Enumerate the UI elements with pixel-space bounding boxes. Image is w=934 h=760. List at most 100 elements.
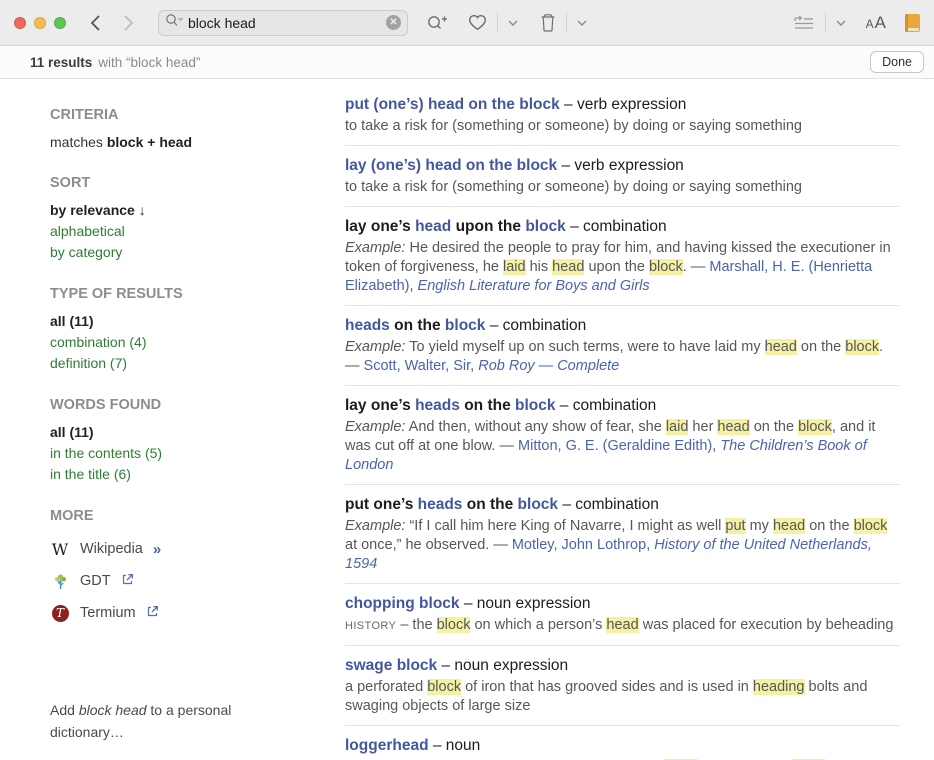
highlighted-match: block	[798, 419, 832, 435]
citation-link[interactable]: Mitton, G. E. (Geraldine Edith)	[518, 438, 712, 454]
entry-body: Example: And then, without any show of f…	[345, 418, 900, 475]
results-count: 11 results	[30, 55, 92, 70]
entry-body: Example: To yield myself up on such term…	[345, 338, 900, 376]
forward-icon[interactable]	[123, 14, 134, 32]
reading-list-menu-chevron-icon[interactable]	[836, 20, 846, 26]
favorites-menu-chevron-icon[interactable]	[508, 20, 518, 26]
result-entry: swage block – noun expressiona perforate…	[345, 646, 900, 726]
result-entry: heads on the block – combinationExample:…	[345, 306, 900, 386]
type-of-results-header: TYPE OF RESULTS	[50, 286, 325, 302]
termium-link[interactable]: T Termium	[50, 597, 325, 629]
sort-option[interactable]: alphabetical	[50, 221, 325, 242]
words-found-section: WORDS FOUND all (11)in the contents (5)i…	[50, 397, 325, 485]
trash-icon[interactable]	[540, 14, 556, 32]
more-section: MORE W Wikipedia » GDT T Termium	[50, 508, 325, 629]
zoom-window-button[interactable]	[54, 17, 66, 29]
sort-section: SORT by relevance ↓alphabeticalby catego…	[50, 175, 325, 263]
gdt-tree-icon	[50, 573, 70, 590]
highlighted-match: head	[773, 518, 805, 534]
entry-body: Example: “If I call him here King of Nav…	[345, 517, 900, 574]
results-list: put (one’s) head on the block – verb exp…	[345, 79, 934, 759]
highlighted-match: laid	[503, 259, 526, 275]
result-entry: lay one’s head upon the block – combinat…	[345, 207, 900, 306]
entry-body: Example: He desired the people to pray f…	[345, 239, 900, 296]
window-toolbar: block head ✕ AA	[0, 0, 934, 46]
highlighted-match: head	[717, 419, 749, 435]
criteria-section: CRITERIA matches block + head	[50, 107, 325, 152]
sort-header: SORT	[50, 175, 325, 191]
entry-title[interactable]: swage block – noun expression	[345, 656, 900, 676]
type-of-results-option[interactable]: definition (7)	[50, 353, 325, 374]
criteria-header: CRITERIA	[50, 107, 325, 123]
words-found-option[interactable]: in the contents (5)	[50, 443, 325, 464]
highlighted-match: block	[427, 679, 461, 695]
citation-link[interactable]: English Literature for Boys and Girls	[418, 278, 650, 294]
type-of-results-option[interactable]: combination (4)	[50, 332, 325, 353]
words-found-option[interactable]: in the title (6)	[50, 464, 325, 485]
close-window-button[interactable]	[14, 17, 26, 29]
sort-option[interactable]: by relevance ↓	[50, 200, 325, 221]
termium-logo-icon: T	[50, 605, 70, 622]
highlighted-match: block	[649, 259, 683, 275]
entry-title[interactable]: loggerhead – noun	[345, 736, 900, 756]
search-input[interactable]: block head ✕	[158, 10, 408, 36]
done-button[interactable]: Done	[870, 51, 924, 73]
highlighted-match: head	[606, 617, 638, 633]
result-entry: chopping block – noun expressionHISTORY …	[345, 584, 900, 646]
sort-option[interactable]: by category	[50, 242, 325, 263]
gdt-link[interactable]: GDT	[50, 565, 325, 597]
wikipedia-logo-icon: W	[50, 540, 70, 559]
search-icon	[165, 13, 184, 32]
highlighted-match: head	[552, 259, 584, 275]
entry-title[interactable]: lay one’s head upon the block – combinat…	[345, 217, 900, 237]
external-link-icon	[121, 573, 134, 590]
search-value: block head	[188, 15, 382, 31]
add-search-icon[interactable]	[426, 14, 448, 32]
highlighted-match: block	[854, 518, 888, 534]
favorites-heart-icon[interactable]	[468, 14, 487, 31]
entry-title[interactable]: put (one’s) head on the block – verb exp…	[345, 95, 900, 115]
back-icon[interactable]	[90, 14, 101, 32]
criteria-description: matches block + head	[50, 132, 325, 152]
highlighted-match: laid	[666, 419, 689, 435]
entry-body: to take a risk for (something or someone…	[345, 178, 900, 197]
result-entry: put (one’s) head on the block – verb exp…	[345, 87, 900, 146]
add-to-personal-dictionary-link[interactable]: Add block head to a personal dictionary…	[50, 699, 250, 743]
highlighted-match: put	[725, 518, 745, 534]
filter-sidebar: CRITERIA matches block + head SORT by re…	[0, 79, 345, 759]
trash-menu-chevron-icon[interactable]	[577, 20, 587, 26]
citation-link[interactable]: Rob Roy — Complete	[478, 358, 619, 374]
citation-link[interactable]: Scott, Walter, Sir	[364, 358, 471, 374]
result-entry: put one’s heads on the block – combinati…	[345, 485, 900, 584]
entry-title[interactable]: lay one’s heads on the block – combinati…	[345, 396, 900, 416]
entry-body: a perforated block of iron that has groo…	[345, 678, 900, 716]
result-entry: lay one’s heads on the block – combinati…	[345, 386, 900, 485]
highlighted-match: heading	[753, 679, 805, 695]
dictionary-book-icon[interactable]	[905, 14, 920, 32]
entry-body: to take a risk for (something or someone…	[345, 117, 900, 136]
external-link-icon	[146, 605, 159, 622]
more-header: MORE	[50, 508, 325, 524]
words-found-header: WORDS FOUND	[50, 397, 325, 413]
result-entry: lay (one’s) head on the block – verb exp…	[345, 146, 900, 207]
entry-body: HISTORY – the block on which a person’s …	[345, 616, 900, 636]
entry-title[interactable]: heads on the block – combination	[345, 316, 900, 336]
results-bar: 11 results with “block head” Done	[0, 46, 934, 79]
entry-title[interactable]: put one’s heads on the block – combinati…	[345, 495, 900, 515]
words-found-option[interactable]: all (11)	[50, 422, 325, 443]
wikipedia-chevrons-icon: »	[153, 541, 161, 558]
clear-search-icon[interactable]: ✕	[386, 15, 401, 30]
type-of-results-section: TYPE OF RESULTS all (11)combination (4)d…	[50, 286, 325, 374]
entry-title[interactable]: lay (one’s) head on the block – verb exp…	[345, 156, 900, 176]
citation-link[interactable]: Motley, John Lothrop	[512, 537, 646, 553]
wikipedia-link[interactable]: W Wikipedia »	[50, 533, 325, 565]
entry-title[interactable]: chopping block – noun expression	[345, 594, 900, 614]
results-suffix: with “block head”	[98, 55, 200, 70]
type-of-results-option[interactable]: all (11)	[50, 311, 325, 332]
minimize-window-button[interactable]	[34, 17, 46, 29]
text-size-icon[interactable]: AA	[866, 13, 887, 33]
highlighted-match: head	[765, 339, 797, 355]
reading-list-icon[interactable]	[793, 15, 815, 31]
highlighted-match: block	[437, 617, 471, 633]
result-entry: loggerhead – nounEtymology: From Early M…	[345, 726, 900, 760]
